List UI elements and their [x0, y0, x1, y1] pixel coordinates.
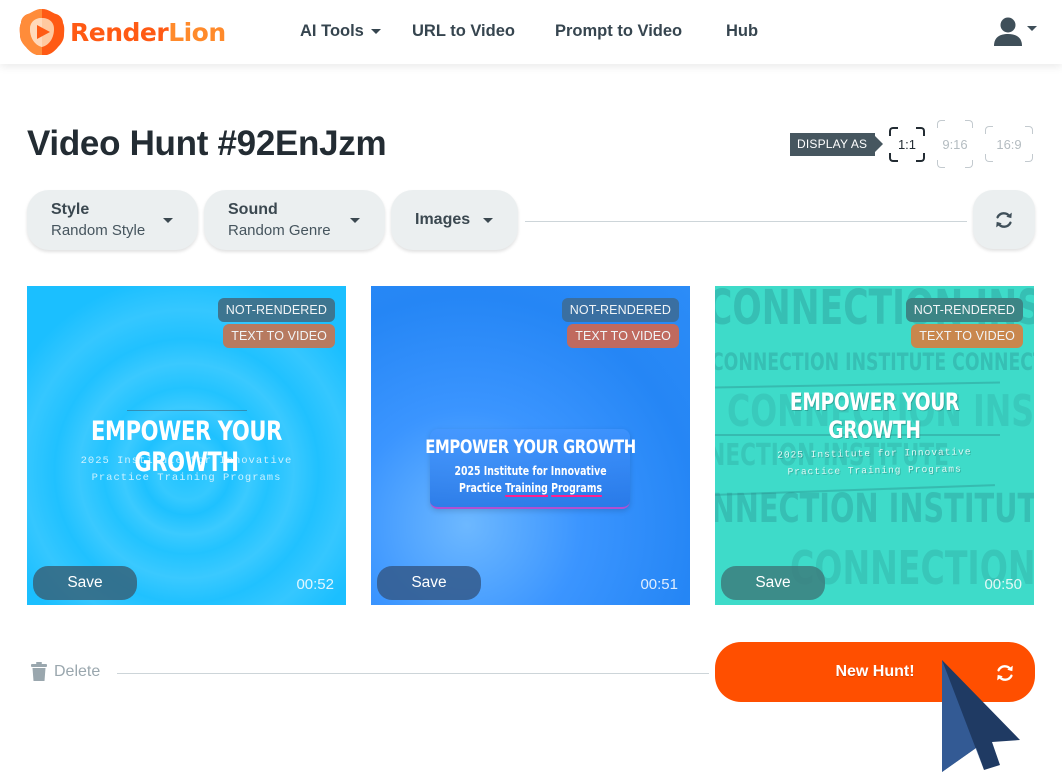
video-card[interactable]: EMPOWER YOUR GROWTH 2025 Institute for I… [371, 286, 690, 605]
refresh-icon [997, 665, 1013, 681]
caret-down-icon [370, 29, 381, 34]
delete-button[interactable]: Delete [31, 662, 100, 681]
ratio-16-9-label: 16:9 [996, 136, 1022, 152]
nav-ai-tools-label: AI Tools [300, 22, 364, 40]
subline-text: Practice [458, 481, 506, 495]
page-title: Video Hunt #92EnJzm [27, 124, 387, 163]
trash-icon [31, 662, 47, 681]
save-button[interactable]: Save [721, 566, 825, 600]
nav-ai-tools[interactable]: AI Tools [300, 22, 381, 41]
video-duration: 00:51 [640, 576, 678, 593]
type-badge: TEXT TO VIDEO [911, 324, 1023, 348]
nav-prompt-to-video-label: Prompt to Video [555, 22, 683, 40]
ratio-1-1-label: 1:1 [897, 137, 917, 152]
background-text: CONNECTION INSTITUTE CONNECTION INSTITUT… [715, 348, 1034, 376]
background-text: CONNECTION INSTITUTE [715, 486, 1034, 532]
style-dropdown-label: Style [51, 201, 90, 218]
nav-prompt-to-video[interactable]: Prompt to Video [555, 22, 682, 41]
nav-hub-label: Hub [726, 22, 759, 40]
new-hunt-label: New Hunt! [835, 663, 915, 680]
type-badge: TEXT TO VIDEO [223, 324, 335, 348]
nav-hub[interactable]: Hub [726, 22, 758, 41]
video-headline: EMPOWER YOUR GROWTH [425, 436, 636, 458]
images-dropdown-label: Images [415, 211, 471, 228]
video-subline-1: 2025 Institute for Innovative [454, 464, 607, 478]
nav-url-to-video[interactable]: URL to Video [412, 22, 515, 41]
video-subline-2: Practice Training Programs [406, 480, 655, 497]
brand-logo[interactable]: RenderLion [17, 7, 226, 57]
display-as-label: DISPLAY AS [790, 133, 884, 156]
video-duration: 00:52 [296, 576, 334, 593]
save-button[interactable]: Save [33, 566, 137, 600]
ratio-1-1-button[interactable]: 1:1 [889, 127, 925, 162]
new-hunt-button[interactable]: New Hunt! [715, 642, 1035, 702]
lion-play-icon [19, 9, 65, 55]
user-icon [994, 17, 1022, 46]
video-subline-2: Practice Training Programs [91, 472, 282, 484]
delete-label: Delete [54, 662, 101, 680]
style-dropdown[interactable]: Style Random Style [27, 190, 198, 250]
ratio-9-16-button[interactable]: 9:16 [937, 120, 973, 168]
status-badge: NOT-RENDERED [905, 298, 1023, 322]
divider [525, 221, 967, 222]
video-card[interactable]: CONNECTION INSTITUTE CONNECTION INSTITUT… [715, 286, 1034, 605]
sound-dropdown-value: Random Genre [228, 222, 331, 239]
style-dropdown-value: Random Style [51, 222, 146, 239]
video-duration: 00:50 [984, 576, 1022, 593]
video-subline: 2025 Institute for Innovative Practice T… [715, 442, 1034, 482]
video-card[interactable]: EMPOWER YOUR GROWTH 2025 Institute for I… [27, 286, 346, 605]
video-subline: 2025 Institute for Innovative Practice T… [406, 463, 655, 497]
decorative-line [127, 410, 247, 411]
brand-name: RenderLion [70, 18, 226, 47]
top-navbar: RenderLion AI Tools URL to Video Prompt … [0, 0, 1062, 64]
ratio-9-16-label: 9:16 [942, 136, 968, 152]
user-menu[interactable] [992, 16, 1037, 46]
video-subline-1: 2025 Institute for Innovative [80, 455, 293, 467]
status-badge: NOT-RENDERED [561, 298, 679, 322]
caret-down-icon [483, 218, 493, 223]
refresh-icon [996, 211, 1012, 228]
caret-down-icon [350, 218, 360, 223]
highlighted-word: Programs [551, 481, 603, 497]
highlighted-word: Training [505, 481, 548, 497]
caret-down-icon [163, 218, 173, 223]
sound-dropdown[interactable]: Sound Random Genre [204, 190, 385, 250]
status-badge: NOT-RENDERED [217, 298, 335, 322]
ratio-16-9-button[interactable]: 16:9 [985, 126, 1033, 162]
shuffle-filters-button[interactable] [973, 190, 1035, 249]
sound-dropdown-label: Sound [228, 201, 278, 218]
save-button[interactable]: Save [377, 566, 481, 600]
caret-down-icon [1027, 25, 1037, 31]
brand-name-part2: Lion [168, 17, 226, 47]
images-dropdown[interactable]: Images [391, 190, 518, 250]
type-badge: TEXT TO VIDEO [567, 324, 679, 348]
nav-url-to-video-label: URL to Video [412, 22, 515, 40]
video-subline: 2025 Institute for Innovative Practice T… [27, 453, 346, 487]
video-headline: EMPOWER YOUR GROWTH [789, 388, 960, 444]
brand-name-part1: Render [70, 17, 169, 47]
divider [117, 673, 709, 674]
